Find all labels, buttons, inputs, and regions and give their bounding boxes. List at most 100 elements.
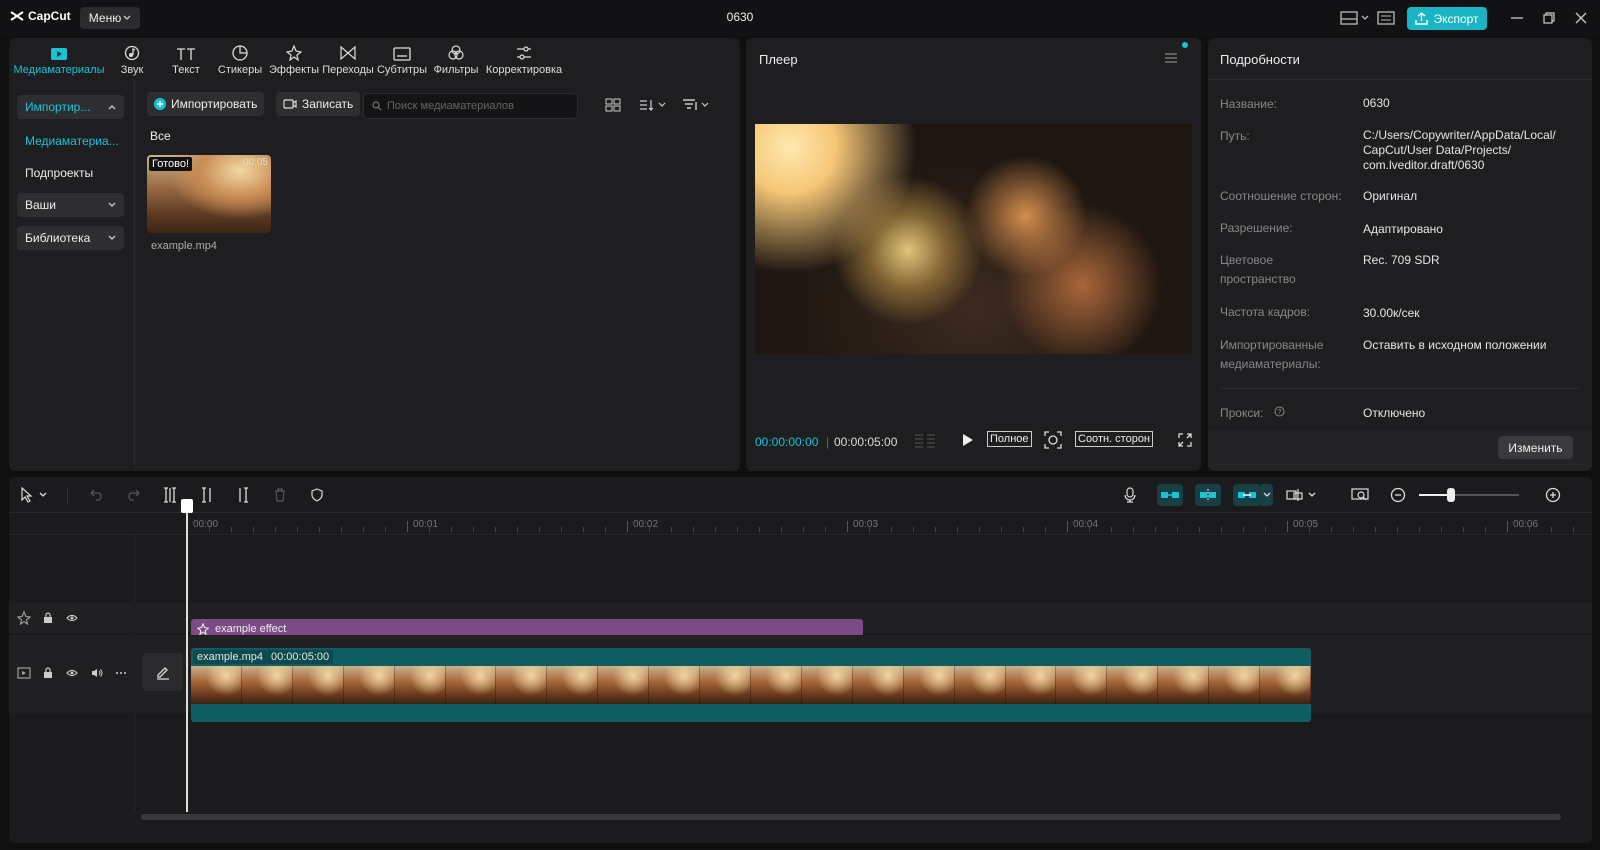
filmstrip-frame (801, 666, 853, 704)
preview-axis-icon[interactable] (1284, 484, 1320, 506)
sidebar-item-subprojects[interactable]: Подпроекты (25, 166, 93, 180)
link-dropdown-icon[interactable] (1261, 484, 1273, 506)
media-sidebar: Импортир... Медиаматериа... Подпроекты В… (9, 80, 135, 471)
tab-effects[interactable]: Эффекты (267, 38, 321, 80)
auto-snap-icon[interactable] (1195, 484, 1221, 506)
player-menu-icon[interactable] (1164, 52, 1178, 64)
sidebar-library[interactable]: Библиотека (17, 226, 124, 250)
full-quality-button[interactable]: Полное (987, 431, 1032, 447)
zoom-slider-handle[interactable] (1447, 488, 1455, 502)
playhead-handle[interactable] (181, 499, 193, 513)
split-right-icon[interactable] (232, 484, 254, 506)
tab-filters[interactable]: Фильтры (429, 38, 483, 80)
ruler-tick (495, 527, 496, 532)
video-preview[interactable] (755, 124, 1192, 354)
cursor-dropdown-icon[interactable] (37, 484, 49, 506)
ruler-tick (275, 527, 276, 532)
tab-adjust[interactable]: Корректировка (483, 38, 565, 80)
transitions-icon (340, 45, 356, 61)
ruler-tick (605, 527, 606, 532)
sidebar-yours[interactable]: Ваши (17, 193, 124, 217)
timeline-ruler[interactable]: 00:00 00:01 00:02 00:03 00:04 00:05 00:0… (9, 513, 1592, 535)
media-duration: 00:05 (242, 157, 268, 168)
tab-text[interactable]: Текст (159, 38, 213, 80)
playhead[interactable] (186, 502, 188, 812)
main-track-magnet-icon[interactable] (1157, 484, 1183, 506)
detail-label-aspect: Соотношение сторон: (1220, 189, 1342, 203)
total-time: 00:00:05:00 (834, 435, 898, 449)
video-clip[interactable]: example.mp4 00:00:05:00 (191, 648, 1311, 722)
ruler-label: 00:05 (1293, 519, 1319, 530)
layout-dropdown-icon[interactable] (1360, 9, 1370, 27)
ruler-tick (1485, 527, 1486, 532)
cover-edit-button[interactable] (143, 653, 183, 691)
search-input[interactable]: Поиск медиаматериалов (363, 93, 578, 119)
change-button[interactable]: Изменить (1498, 436, 1573, 459)
filmstrip-frame (1260, 666, 1311, 704)
effect-clip-icon (197, 623, 209, 635)
zoom-slider[interactable] (1419, 488, 1519, 502)
ruler-tick (1111, 527, 1112, 532)
filmstrip-frame (852, 666, 904, 704)
help-icon[interactable]: ? (1274, 406, 1285, 417)
detail-label-proxy: Прокси: (1220, 406, 1264, 420)
sidebar-import[interactable]: Импортир... (17, 95, 124, 119)
ruler-tick (253, 527, 254, 532)
zoom-to-fit-icon[interactable] (1349, 484, 1371, 506)
media-item-thumbnail[interactable]: Готово! 00:05 (147, 155, 271, 233)
ruler-tick (1551, 527, 1552, 532)
tab-stickers[interactable]: Стикеры (213, 38, 267, 80)
import-button[interactable]: Импортировать (147, 92, 265, 116)
effect-clip-label: example effect (215, 623, 287, 635)
filmstrip-frame (954, 666, 1006, 704)
aspect-ratio-button[interactable]: Соотн. сторон (1075, 431, 1154, 447)
close-icon[interactable] (1572, 9, 1590, 27)
filmstrip (191, 666, 1311, 704)
lock-icon[interactable] (40, 610, 56, 626)
detail-label-framerate: Частота кадров: (1220, 305, 1311, 319)
zoom-in-icon[interactable] (1542, 484, 1564, 506)
menu-button[interactable]: Меню (80, 7, 140, 29)
redo-icon[interactable] (122, 484, 144, 506)
tab-media[interactable]: Медиаматериалы (13, 38, 105, 80)
ruler-tick (1023, 527, 1024, 532)
tab-transitions[interactable]: Переходы (321, 38, 375, 80)
ruler-tick (561, 527, 562, 532)
eye-icon[interactable] (64, 665, 80, 681)
tab-audio[interactable]: Звук (105, 38, 159, 80)
lock-icon[interactable] (40, 665, 56, 681)
sidebar-item-media[interactable]: Медиаматериа... (25, 134, 119, 148)
sort-icon[interactable] (639, 98, 666, 112)
split-left-icon[interactable] (196, 484, 218, 506)
microphone-icon[interactable] (1119, 484, 1141, 506)
play-icon[interactable] (962, 433, 974, 447)
volume-icon[interactable] (89, 665, 105, 681)
ruler-label: 00:06 (1513, 519, 1539, 530)
grid-view-icon[interactable] (605, 98, 621, 112)
ruler-tick (451, 527, 452, 532)
audio-icon (124, 45, 140, 61)
screenshot-icon[interactable] (1044, 431, 1062, 449)
export-button[interactable]: Экспорт (1407, 7, 1487, 30)
shield-icon[interactable] (306, 484, 328, 506)
fullscreen-icon[interactable] (1178, 433, 1192, 447)
delete-icon[interactable] (269, 484, 291, 506)
shortcuts-icon[interactable] (1377, 9, 1395, 27)
details-title: Подробности (1220, 52, 1300, 67)
select-cursor-icon[interactable] (16, 484, 38, 506)
minimize-icon[interactable] (1508, 9, 1526, 27)
zoom-out-icon[interactable] (1387, 484, 1409, 506)
link-clips-icon[interactable] (1233, 484, 1261, 506)
eye-icon[interactable] (64, 610, 80, 626)
filmstrip-frame (496, 666, 548, 704)
split-icon[interactable] (159, 484, 181, 506)
tab-subtitles[interactable]: Субтитры (375, 38, 429, 80)
notification-dot (1182, 42, 1188, 48)
more-options-icon[interactable] (113, 665, 129, 681)
layout-icon[interactable] (1340, 9, 1358, 27)
filter-icon[interactable] (682, 98, 709, 112)
timeline-scrollbar[interactable] (141, 814, 1561, 820)
undo-icon[interactable] (86, 484, 108, 506)
maximize-icon[interactable] (1540, 9, 1558, 27)
record-button[interactable]: Записать (276, 92, 361, 116)
